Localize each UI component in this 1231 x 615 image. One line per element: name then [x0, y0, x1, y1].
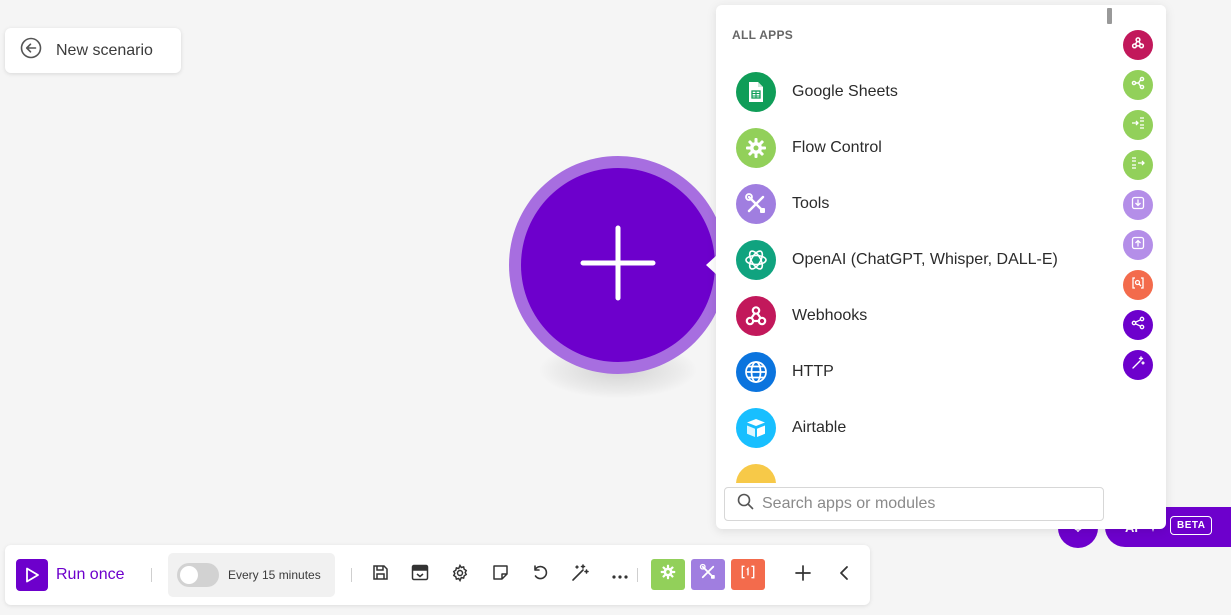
- notes-icon: [492, 564, 509, 586]
- quick-text-parser-button[interactable]: [1123, 270, 1153, 300]
- quick-magic-button[interactable]: [1123, 350, 1153, 380]
- save-icon: [372, 564, 389, 586]
- app-item-label: Webhooks: [792, 307, 868, 324]
- schedule-label: Every 15 minutes: [228, 568, 321, 582]
- arrow-left-circle-icon: [20, 37, 42, 64]
- quick-share-button[interactable]: [1123, 310, 1153, 340]
- settings-button[interactable]: [448, 563, 472, 587]
- app-picker-panel: ALL APPS Google Sheets Flow Control Tool…: [716, 5, 1166, 529]
- magic-wand-icon: [1131, 355, 1145, 375]
- add-tool-button[interactable]: [791, 563, 815, 587]
- scenario-title: New scenario: [56, 41, 153, 59]
- toolbar-divider: [151, 568, 152, 582]
- tools-icon: [736, 184, 776, 224]
- settings-gear-icon: [451, 563, 469, 587]
- globe-icon: [736, 352, 776, 392]
- app-item-openai[interactable]: OpenAI (ChatGPT, Whisper, DALL-E): [736, 240, 1106, 280]
- app-item-tools[interactable]: Tools: [736, 184, 1106, 224]
- run-once-label: Run once: [56, 566, 125, 583]
- airtable-icon: [736, 408, 776, 448]
- share-icon: [1131, 316, 1145, 335]
- schedule-switch[interactable]: [177, 563, 219, 587]
- collapse-toolbar-button[interactable]: [832, 563, 856, 587]
- app-item-http[interactable]: HTTP: [736, 352, 1106, 392]
- app-item-label: HTTP: [792, 363, 834, 380]
- aggregator-icon: [1131, 156, 1145, 175]
- play-icon: [16, 559, 48, 591]
- google-sheets-icon: [736, 72, 776, 112]
- bottom-toolbar: Run once Every 15 minutes: [5, 545, 870, 605]
- tools-tile[interactable]: [691, 559, 725, 590]
- app-item-partial[interactable]: [736, 464, 1106, 483]
- quick-module-column: [1112, 5, 1166, 483]
- tools-icon: [699, 563, 717, 586]
- more-button[interactable]: [608, 563, 632, 587]
- add-module-node[interactable]: [521, 168, 715, 362]
- app-item-label: Flow Control: [792, 139, 882, 156]
- app-item-label: Google Sheets: [792, 83, 898, 100]
- quick-router-button[interactable]: [1123, 70, 1153, 100]
- undo-button[interactable]: [528, 563, 552, 587]
- download-box-icon: [1131, 196, 1145, 215]
- app-item-label: Airtable: [792, 419, 847, 436]
- router-icon: [1131, 76, 1145, 95]
- run-once-button[interactable]: Run once: [16, 559, 125, 591]
- flow-control-tile[interactable]: [651, 559, 685, 590]
- text-parser-icon: [1131, 276, 1145, 295]
- search-input[interactable]: [762, 495, 1082, 513]
- app-item-label: OpenAI (ChatGPT, Whisper, DALL-E): [792, 251, 1058, 268]
- app-item-label: Tools: [792, 195, 830, 212]
- toolbar-divider: [637, 568, 638, 582]
- iterator-icon: [1131, 116, 1145, 135]
- quick-aggregator-button[interactable]: [1123, 150, 1153, 180]
- app-search-box[interactable]: [724, 487, 1104, 521]
- flow-control-gear-icon: [660, 564, 676, 585]
- openai-icon: [736, 240, 776, 280]
- text-parser-tile[interactable]: [731, 559, 765, 590]
- app-item-google-sheets[interactable]: Google Sheets: [736, 72, 1106, 112]
- text-parser-icon: [740, 564, 756, 585]
- plus-icon: [795, 564, 811, 586]
- app-item-flow-control[interactable]: Flow Control: [736, 128, 1106, 168]
- upload-box-icon: [1131, 236, 1145, 255]
- quick-download-button[interactable]: [1123, 190, 1153, 220]
- undo-icon: [532, 564, 549, 586]
- quick-iterator-button[interactable]: [1123, 110, 1153, 140]
- auto-align-button[interactable]: [568, 563, 592, 587]
- app-list-heading: ALL APPS: [732, 28, 794, 42]
- toolbar-divider: [351, 568, 352, 582]
- blueprint-icon: [411, 564, 429, 586]
- quick-upload-button[interactable]: [1123, 230, 1153, 260]
- auto-align-wand-icon: [571, 563, 589, 587]
- plus-icon: [579, 224, 657, 307]
- more-dots-icon: [612, 566, 628, 584]
- blueprint-button[interactable]: [408, 563, 432, 587]
- flow-control-gear-icon: [736, 128, 776, 168]
- back-button[interactable]: New scenario: [5, 28, 181, 73]
- webhooks-icon: [1131, 36, 1145, 55]
- search-icon: [737, 493, 754, 515]
- schedule-toggle[interactable]: Every 15 minutes: [168, 553, 335, 597]
- notes-button[interactable]: [488, 563, 512, 587]
- app-item-airtable[interactable]: Airtable: [736, 408, 1106, 448]
- save-button[interactable]: [368, 563, 392, 587]
- beta-badge: BETA: [1170, 516, 1213, 535]
- partially-visible-app-icon: [736, 464, 776, 483]
- chevron-left-icon: [838, 565, 850, 586]
- app-item-webhooks[interactable]: Webhooks: [736, 296, 1106, 336]
- app-list[interactable]: ALL APPS Google Sheets Flow Control Tool…: [716, 5, 1112, 483]
- quick-webhooks-button[interactable]: [1123, 30, 1153, 60]
- webhooks-icon: [736, 296, 776, 336]
